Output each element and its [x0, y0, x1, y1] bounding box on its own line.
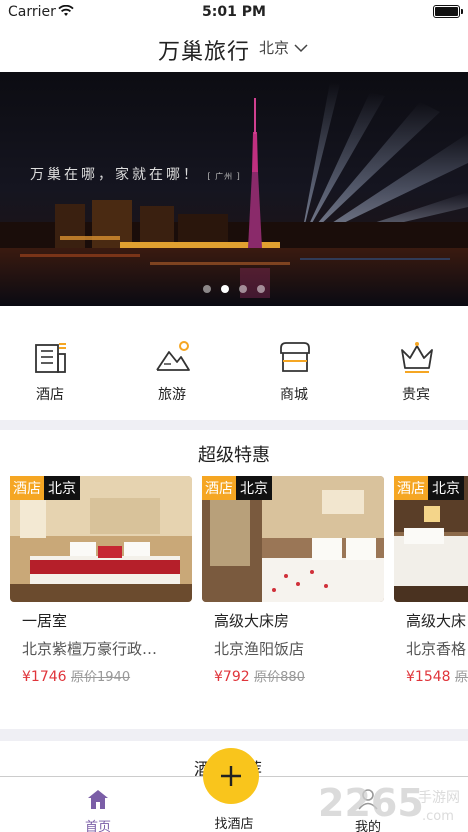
- nav-bar: 万巢旅行 北京: [0, 24, 468, 72]
- deal-type-tag: 酒店: [202, 476, 236, 500]
- plus-icon: [221, 766, 241, 786]
- deal-city-tag: 北京: [236, 476, 272, 500]
- deal-price-row: ¥1746 原价1940: [22, 666, 130, 685]
- shop-icon: [280, 342, 310, 372]
- crown-icon: [401, 342, 433, 373]
- deal-original-price: 原价: [455, 670, 468, 685]
- section-divider: [0, 729, 468, 741]
- deal-tags: 酒店 北京: [202, 476, 272, 500]
- deal-tags: 酒店 北京: [10, 476, 80, 500]
- pagination-dot-active[interactable]: [221, 285, 229, 293]
- status-bar: Carrier 5:01 PM: [0, 0, 468, 24]
- deal-city-tag: 北京: [428, 476, 464, 500]
- city-selector[interactable]: 北京: [259, 37, 309, 58]
- watermark-logo: 2265 手游网 .com: [318, 778, 468, 830]
- svg-text:2265: 2265: [318, 781, 424, 825]
- mountain-icon: [156, 341, 190, 371]
- banner-pagination: [0, 285, 468, 293]
- deal-price: ¥1746: [22, 669, 67, 685]
- banner-slogan-text: 万巢在哪，家就在哪！: [30, 167, 200, 183]
- deal-price: ¥1548: [406, 669, 451, 685]
- deals-carousel[interactable]: 酒店 北京 一居室 北京紫檀万豪行政… ¥1746 原价1940 酒店 北京 高…: [0, 476, 468, 698]
- category-label: 酒店: [36, 387, 64, 403]
- deal-city-tag: 北京: [44, 476, 80, 500]
- banner-cityscape-image: [0, 82, 468, 306]
- home-icon: [88, 790, 108, 809]
- section-divider: [0, 420, 468, 430]
- deal-tags: 酒店 北京: [394, 476, 464, 500]
- deal-hotel-name: 北京香格: [406, 640, 467, 658]
- deal-card[interactable]: 酒店 北京 高级大床 北京香格 ¥1548 原价: [394, 476, 468, 698]
- deal-price-row: ¥1548 原价: [406, 666, 468, 685]
- deals-section-title: 超级特惠: [198, 445, 270, 466]
- pagination-dot[interactable]: [239, 285, 247, 293]
- deal-card[interactable]: 酒店 北京 高级大床房 北京渔阳饭店 ¥792 原价880: [202, 476, 384, 698]
- pagination-dot[interactable]: [257, 285, 265, 293]
- find-hotel-button[interactable]: [203, 748, 259, 804]
- svg-text:.com: .com: [422, 809, 454, 824]
- category-vip[interactable]: 贵宾: [371, 306, 461, 420]
- banner-slogan-sub: [ 广州 ]: [207, 172, 241, 181]
- deal-type-tag: 酒店: [394, 476, 428, 500]
- clock: 5:01 PM: [202, 4, 266, 20]
- category-label: 旅游: [158, 387, 186, 403]
- deal-card[interactable]: 酒店 北京 一居室 北京紫檀万豪行政… ¥1746 原价1940: [10, 476, 192, 698]
- battery-icon: [433, 5, 463, 18]
- deal-original-price: 原价880: [254, 670, 305, 685]
- category-hotel[interactable]: 酒店: [5, 306, 95, 420]
- category-label: 贵宾: [402, 387, 430, 403]
- deal-price: ¥792: [214, 669, 250, 685]
- category-shop[interactable]: 商城: [249, 306, 339, 420]
- city-label: 北京: [259, 39, 290, 57]
- deal-room-type: 高级大床房: [214, 612, 290, 630]
- deal-type-tag: 酒店: [10, 476, 44, 500]
- deal-original-price: 原价1940: [71, 670, 131, 685]
- category-travel[interactable]: 旅游: [127, 306, 217, 420]
- category-grid: 酒店 旅游 商城 贵宾: [0, 306, 468, 420]
- deal-room-type: 高级大床: [406, 612, 467, 630]
- deal-hotel-name: 北京渔阳饭店: [214, 640, 305, 658]
- hotel-icon: [35, 343, 66, 373]
- deal-price-row: ¥792 原价880: [214, 666, 305, 685]
- category-label: 商城: [280, 387, 308, 403]
- deal-hotel-name: 北京紫檀万豪行政…: [22, 640, 158, 658]
- banner-carousel[interactable]: 万巢在哪，家就在哪！ [ 广州 ]: [0, 72, 468, 306]
- banner-slogan: 万巢在哪，家就在哪！ [ 广州 ]: [30, 164, 241, 184]
- pagination-dot[interactable]: [203, 285, 211, 293]
- app-title: 万巢旅行: [158, 40, 251, 65]
- svg-text:手游网: 手游网: [418, 790, 460, 806]
- chevron-down-icon: [294, 43, 308, 52]
- deal-room-type: 一居室: [22, 612, 68, 630]
